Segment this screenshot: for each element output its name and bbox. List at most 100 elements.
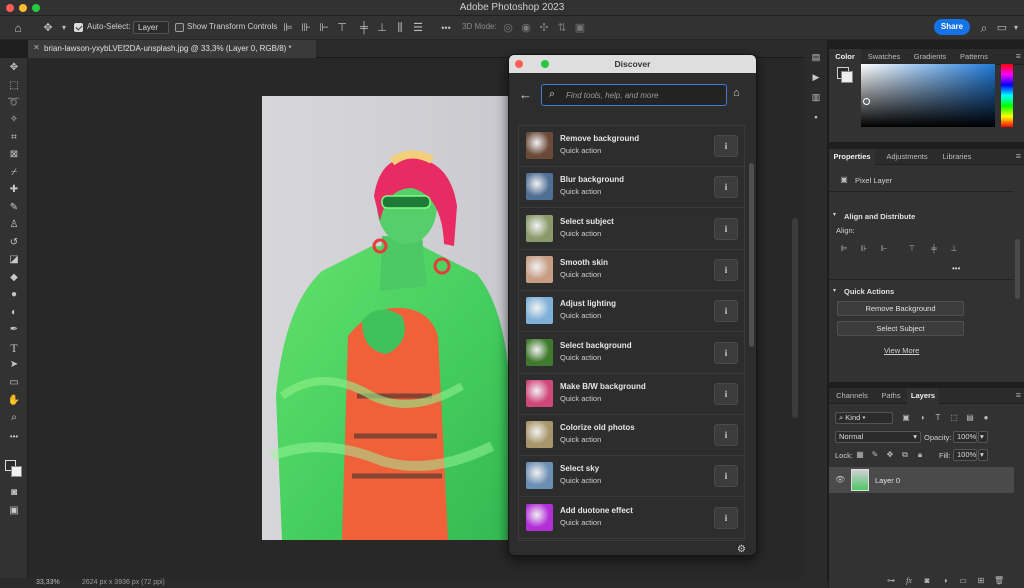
brush-tool-icon[interactable]: ✎ xyxy=(6,201,22,215)
discover-search[interactable]: ⌕ xyxy=(541,84,727,106)
discover-scrollbar[interactable] xyxy=(749,163,754,347)
panel-menu-icon[interactable]: ≡ xyxy=(1016,51,1021,61)
info-icon[interactable]: i xyxy=(714,506,738,529)
tab-channels[interactable]: Channels xyxy=(829,388,875,404)
tab-paths[interactable]: Paths xyxy=(877,388,905,404)
collapse-chevron-icon[interactable]: ▾ xyxy=(833,287,836,294)
zoom-tool-icon[interactable]: ⌕ xyxy=(6,411,22,425)
eyedropper-tool-icon[interactable]: ⌿ xyxy=(6,166,22,180)
lock-position-icon[interactable]: ✥ xyxy=(885,450,895,460)
filter-adjustment-icon[interactable]: ◑ xyxy=(917,413,927,423)
filter-pixel-icon[interactable]: ▣ xyxy=(901,413,911,423)
lock-transparent-icon[interactable]: ▦ xyxy=(855,450,865,460)
info-icon[interactable]: i xyxy=(714,300,738,323)
collapse-chevron-icon[interactable]: ▾ xyxy=(833,211,836,218)
move-tool-icon[interactable]: ✥ xyxy=(6,61,22,75)
document-tab[interactable]: ✕ brian-lawson-yxybLVEf2DA-unsplash.jpg … xyxy=(28,40,316,58)
filter-type-icon[interactable]: T xyxy=(933,413,943,423)
screen-mode-icon[interactable]: ▣ xyxy=(6,504,22,518)
tab-properties[interactable]: Properties xyxy=(829,149,875,165)
link-layers-icon[interactable]: ⊶ xyxy=(886,576,896,586)
frame-tool-icon[interactable]: ⊠ xyxy=(6,148,22,162)
back-arrow-icon[interactable]: ← xyxy=(519,87,532,102)
align-right-icon[interactable]: ⊩ xyxy=(316,20,332,36)
more-tools-icon[interactable]: ••• xyxy=(6,430,22,444)
3d-orbit-icon[interactable]: ◎ xyxy=(500,20,516,36)
properties-scrollbar[interactable] xyxy=(1015,239,1020,299)
eye-visibility-icon[interactable]: 👁︎ xyxy=(835,475,845,485)
info-icon[interactable]: i xyxy=(714,217,738,240)
info-icon[interactable]: i xyxy=(714,424,738,447)
rectangle-tool-icon[interactable]: ▭ xyxy=(6,376,22,390)
info-icon[interactable]: i xyxy=(714,465,738,488)
layer-style-fx-icon[interactable]: fx xyxy=(904,576,914,586)
share-button[interactable]: Share xyxy=(934,19,970,35)
canvas-vertical-scrollbar[interactable] xyxy=(792,218,798,418)
align-horizontal-centers-icon[interactable]: ⊪ xyxy=(859,244,869,254)
tab-gradients[interactable]: Gradients xyxy=(907,49,953,65)
lock-all-icon[interactable]: 🔒︎ xyxy=(915,450,925,460)
close-tab-icon[interactable]: ✕ xyxy=(33,43,40,52)
crop-tool-icon[interactable]: ⌗ xyxy=(6,131,22,145)
align-right-edges-icon[interactable]: ⊩ xyxy=(879,244,889,254)
show-transform-checkbox[interactable] xyxy=(175,23,184,32)
panel-menu-icon[interactable]: ≡ xyxy=(1016,390,1021,400)
align-middle-icon[interactable]: ╪ xyxy=(356,20,372,36)
color-picker-field[interactable] xyxy=(861,64,995,127)
align-left-icon[interactable]: ⊫ xyxy=(280,20,296,36)
dodge-tool-icon[interactable]: ◐ xyxy=(6,306,22,320)
discover-item[interactable]: Blur background Quick action i xyxy=(519,167,744,209)
tab-color[interactable]: Color xyxy=(829,49,861,65)
layer-filter-kind-select[interactable]: ⌕ Kind ▾ xyxy=(835,412,893,424)
search-icon[interactable]: ⌕ xyxy=(976,20,992,36)
tab-swatches[interactable]: Swatches xyxy=(863,49,905,65)
comments-icon[interactable]: ▪ xyxy=(810,112,822,124)
align-top-edges-icon[interactable]: ⊤ xyxy=(907,244,917,254)
more-options-icon[interactable]: ••• xyxy=(438,20,454,36)
history-icon[interactable]: ▤ xyxy=(810,52,822,64)
marquee-tool-icon[interactable]: ⬚ xyxy=(6,79,22,93)
align-vertical-centers-icon[interactable]: ╪ xyxy=(929,244,939,254)
layer-name[interactable]: Layer 0 xyxy=(875,476,900,485)
discover-item[interactable]: Select subject Quick action i xyxy=(519,208,744,250)
more-align-options-icon[interactable]: ••• xyxy=(952,264,960,273)
background-color-swatch[interactable] xyxy=(841,71,853,83)
new-group-icon[interactable]: ▭ xyxy=(958,576,968,586)
remove-background-button[interactable]: Remove Background xyxy=(837,301,964,316)
discover-item[interactable]: Select background Quick action i xyxy=(519,332,744,374)
libraries-icon[interactable]: ▥ xyxy=(810,92,822,104)
distribute-vertical-icon[interactable]: ☰ xyxy=(410,20,426,36)
tab-layers[interactable]: Layers xyxy=(907,388,939,404)
lock-artboard-icon[interactable]: ⧉ xyxy=(900,450,910,460)
discover-item[interactable]: Colorize old photos Quick action i xyxy=(519,415,744,457)
path-selection-tool-icon[interactable]: ➤ xyxy=(6,358,22,372)
discover-item[interactable]: Make B/W background Quick action i xyxy=(519,373,744,415)
paint-bucket-tool-icon[interactable]: ◆ xyxy=(6,271,22,285)
hand-tool-icon[interactable]: ✋ xyxy=(6,394,22,408)
layer-row[interactable]: 👁︎ Layer 0 xyxy=(829,467,1014,493)
new-adjustment-layer-icon[interactable]: ◑ xyxy=(940,576,950,586)
align-bottom-icon[interactable]: ⊥ xyxy=(374,20,390,36)
lock-image-icon[interactable]: ✎ xyxy=(870,450,880,460)
discover-item[interactable]: Add duotone effect Quick action i xyxy=(519,497,744,539)
fill-input[interactable]: 100% xyxy=(953,449,977,461)
auto-select-target-select[interactable]: Layer xyxy=(133,21,169,34)
align-top-icon[interactable]: ⊤ xyxy=(334,20,350,36)
move-tool-icon[interactable]: ✥ xyxy=(40,20,56,36)
trash-icon[interactable]: 🗑︎ xyxy=(994,576,1004,586)
healing-brush-tool-icon[interactable]: ✚ xyxy=(6,183,22,197)
document-image[interactable] xyxy=(262,96,510,540)
3d-slide-icon[interactable]: ⇅ xyxy=(554,20,570,36)
type-tool-icon[interactable]: T xyxy=(6,341,22,355)
auto-select-checkbox[interactable] xyxy=(74,23,83,32)
info-icon[interactable]: i xyxy=(714,258,738,281)
lasso-tool-icon[interactable]: ➰ xyxy=(6,96,22,110)
home-icon[interactable]: ⌂ xyxy=(10,20,26,36)
gear-icon[interactable]: ⚙ xyxy=(737,544,746,555)
filter-toggle-icon[interactable]: ● xyxy=(981,413,991,423)
3d-pan-icon[interactable]: ✣ xyxy=(536,20,552,36)
background-color-swatch[interactable] xyxy=(11,466,22,477)
select-subject-button[interactable]: Select Subject xyxy=(837,321,964,336)
3d-scale-icon[interactable]: ▣ xyxy=(572,20,588,36)
panel-menu-icon[interactable]: ≡ xyxy=(1016,151,1021,161)
